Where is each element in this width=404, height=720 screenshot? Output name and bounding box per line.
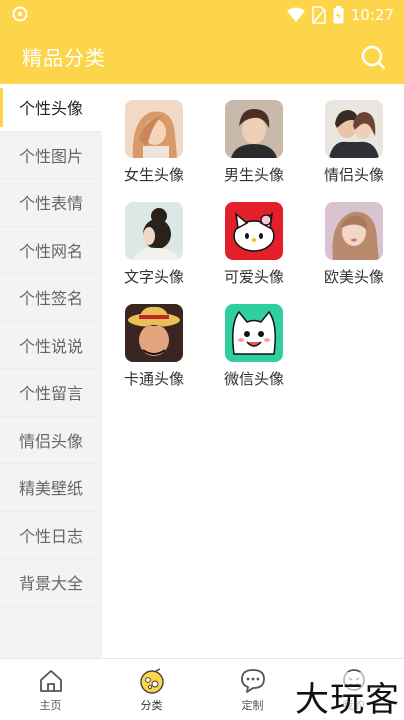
grid-item-cute-avatar[interactable]: 可爱头像 xyxy=(204,202,304,287)
sidebar-item-wallpaper[interactable]: 精美壁纸 xyxy=(0,464,102,512)
chat-bubble-icon xyxy=(240,669,265,693)
no-sim-icon xyxy=(311,6,326,24)
sidebar-item-personal-status[interactable]: 个性说说 xyxy=(0,322,102,369)
sidebar-item-personal-nickname[interactable]: 个性网名 xyxy=(0,227,102,274)
sidebar-item-personal-signature[interactable]: 个性签名 xyxy=(0,274,102,322)
page-title: 精品分类 xyxy=(22,46,106,70)
nav-customize-label: 定制 xyxy=(241,699,264,712)
clock: 10:27 xyxy=(350,6,394,24)
grid-item-boy-avatar[interactable]: 男生头像 xyxy=(204,100,304,185)
couple-avatar-thumbnail xyxy=(325,100,383,158)
text-avatar-thumbnail xyxy=(125,202,183,260)
grid-item-wechat-avatar[interactable]: 微信头像 xyxy=(204,304,304,389)
sidebar-item-personal-avatar[interactable]: 个性头像 xyxy=(0,84,102,132)
app-header: 精品分类 xyxy=(0,30,404,84)
grid-item-label: 微信头像 xyxy=(223,370,284,388)
western-avatar-thumbnail xyxy=(325,202,383,260)
location-icon xyxy=(12,6,28,22)
grid-item-label: 欧美头像 xyxy=(323,268,384,286)
boy-avatar-thumbnail xyxy=(225,100,283,158)
watermark: 大玩客 xyxy=(295,672,400,720)
grid-item-label: 可爱头像 xyxy=(223,268,284,286)
search-icon[interactable] xyxy=(360,44,386,70)
grid-item-label: 女生头像 xyxy=(123,166,184,184)
cute-avatar-thumbnail xyxy=(225,202,283,260)
nav-category-label: 分类 xyxy=(140,699,163,712)
sidebar-item-personal-images[interactable]: 个性图片 xyxy=(0,132,102,179)
battery-icon xyxy=(333,6,344,24)
girl-avatar-thumbnail xyxy=(125,100,183,158)
nav-category[interactable]: 分类 xyxy=(101,659,202,720)
category-sidebar: 个性头像 个性图片 个性表情 个性网名 个性签名 个性说说 个性留言 情侣头像 … xyxy=(0,84,102,658)
sidebar-item-personal-emoji[interactable]: 个性表情 xyxy=(0,179,102,227)
sidebar-item-couple-avatar[interactable]: 情侣头像 xyxy=(0,417,102,464)
grid-item-label: 男生头像 xyxy=(223,166,284,184)
grid-item-text-avatar[interactable]: 文字头像 xyxy=(104,202,204,287)
category-icon xyxy=(139,668,164,694)
grid-item-label: 卡通头像 xyxy=(123,370,184,388)
sidebar-item-backgrounds[interactable]: 背景大全 xyxy=(0,559,102,607)
status-bar: 10:27 xyxy=(0,0,404,30)
wechat-avatar-thumbnail xyxy=(225,304,283,362)
grid-item-girl-avatar[interactable]: 女生头像 xyxy=(104,100,204,185)
sidebar-item-personal-log[interactable]: 个性日志 xyxy=(0,512,102,559)
sidebar-item-personal-message[interactable]: 个性留言 xyxy=(0,369,102,417)
grid-item-label: 文字头像 xyxy=(123,268,184,286)
wifi-icon xyxy=(286,7,305,22)
grid-item-couple-avatar[interactable]: 情侣头像 xyxy=(304,100,404,185)
home-icon xyxy=(39,670,62,692)
nav-home-label: 主页 xyxy=(39,699,62,712)
nav-customize[interactable]: 定制 xyxy=(202,659,303,720)
cartoon-avatar-thumbnail xyxy=(125,304,183,362)
grid-item-western-avatar[interactable]: 欧美头像 xyxy=(304,202,404,287)
grid-item-label: 情侣头像 xyxy=(323,166,384,184)
grid-item-cartoon-avatar[interactable]: 卡通头像 xyxy=(104,304,204,389)
nav-home[interactable]: 主页 xyxy=(0,659,101,720)
